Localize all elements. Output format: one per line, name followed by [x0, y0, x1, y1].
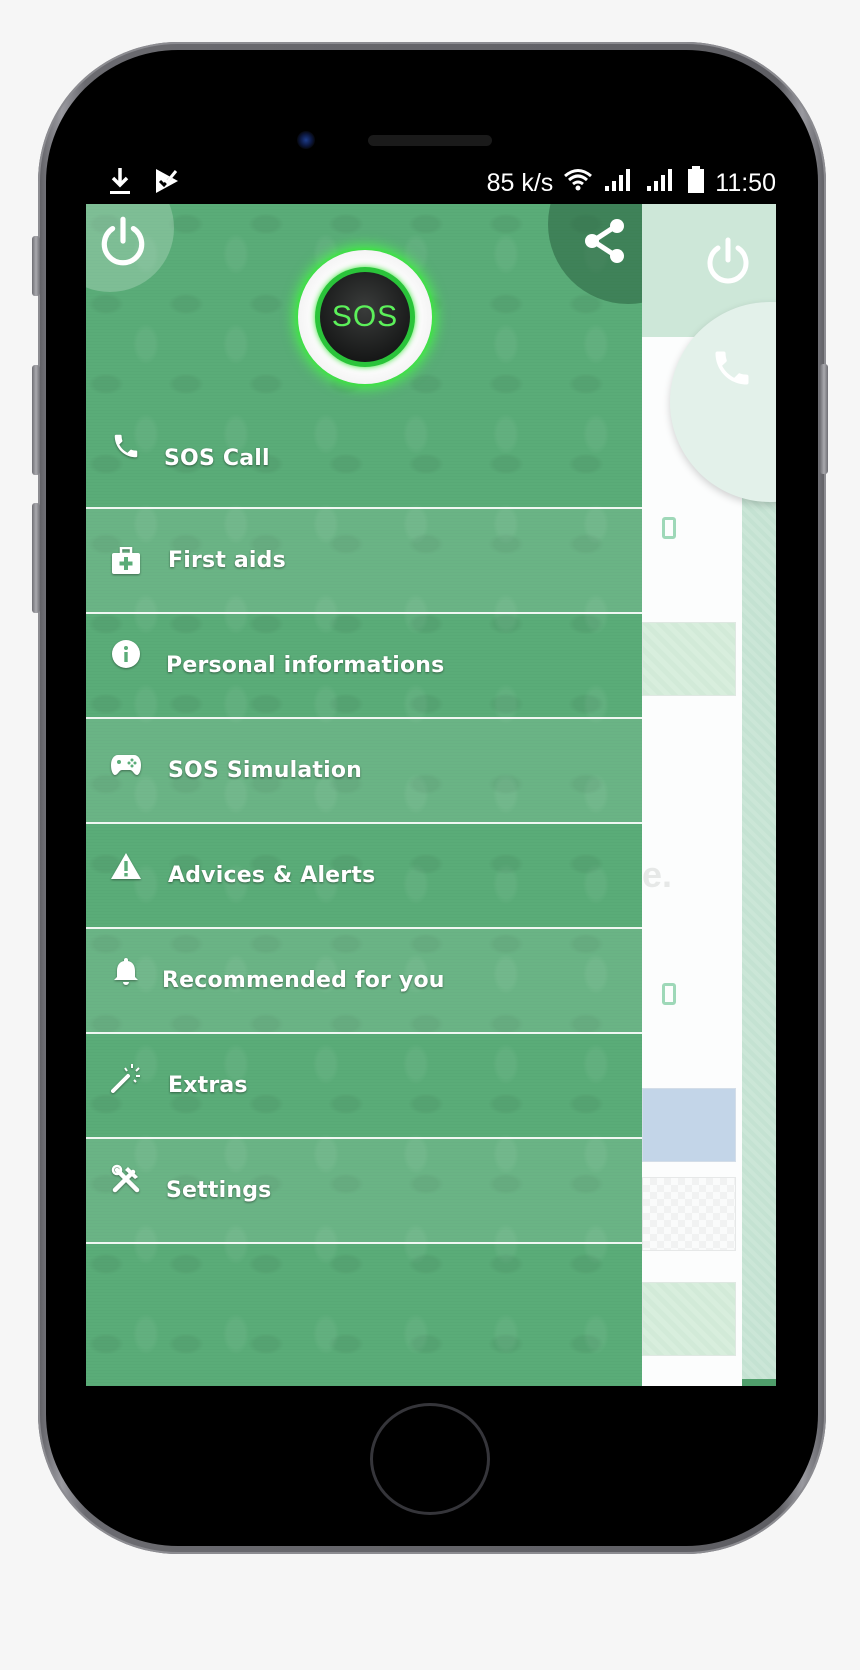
menu-item-extras[interactable]: Extras	[86, 1034, 642, 1139]
background-bottom-strip	[742, 1379, 776, 1386]
app-screen: e. SOS SOS Call First aids Personal info…	[86, 204, 776, 1386]
menu-item-label: SOS Simulation	[168, 758, 363, 783]
menu-item-label: Advices & Alerts	[168, 863, 376, 888]
menu-item-sos-call[interactable]: SOS Call	[86, 404, 642, 509]
menu-item-sos-simulation[interactable]: SOS Simulation	[86, 719, 642, 824]
menu-item-settings[interactable]: Settings	[86, 1139, 642, 1244]
sos-button[interactable]: SOS	[298, 250, 432, 384]
menu-item-label: Settings	[166, 1178, 272, 1203]
power-button[interactable]	[96, 214, 150, 268]
phone-icon	[110, 430, 142, 462]
volume-up-button	[32, 365, 40, 475]
home-button[interactable]	[370, 1403, 490, 1515]
clock: 11:50	[715, 169, 776, 197]
background-block-checker	[642, 1177, 736, 1251]
menu-item-label: Recommended for you	[162, 968, 445, 993]
gamepad-icon	[110, 749, 142, 781]
bell-icon	[110, 955, 142, 987]
background-block-blue	[642, 1088, 736, 1162]
earpiece-speaker	[368, 135, 492, 146]
network-speed: 85 k/s	[486, 169, 554, 197]
signal-icon	[603, 168, 635, 199]
front-camera	[297, 131, 315, 149]
magic-wand-icon	[110, 1062, 142, 1094]
background-power-button[interactable]	[702, 234, 754, 286]
menu-item-recommended-for-you[interactable]: Recommended for you	[86, 929, 642, 1034]
download-icon	[108, 166, 132, 200]
info-icon	[110, 638, 142, 670]
volume-down-button	[32, 503, 40, 613]
menu-item-label: First aids	[168, 548, 286, 573]
mobile-icon	[662, 983, 676, 1005]
battery-icon	[687, 166, 705, 201]
navigation-drawer: SOS SOS Call First aids Personal informa…	[86, 204, 642, 1386]
sos-button-ring: SOS	[315, 267, 415, 367]
share-button[interactable]	[580, 216, 634, 270]
menu-item-label: Personal informations	[166, 653, 445, 678]
warning-icon	[110, 850, 142, 882]
signal-icon-2	[645, 168, 677, 199]
status-bar: 85 k/s 11:50	[86, 160, 776, 204]
menu-item-label: SOS Call	[164, 446, 270, 471]
sos-button-label: SOS	[320, 272, 410, 362]
menu-item-label: Extras	[168, 1073, 248, 1098]
share-icon	[580, 219, 630, 270]
mobile-icon	[662, 517, 676, 539]
tools-icon	[110, 1163, 142, 1195]
power-side-button	[820, 364, 828, 474]
background-block-green-2	[642, 1282, 736, 1356]
phone-icon	[710, 346, 754, 394]
background-faint-text: e.	[642, 854, 673, 895]
power-icon	[96, 216, 150, 272]
menu-item-personal-informations[interactable]: Personal informations	[86, 614, 642, 719]
menu-item-first-aids[interactable]: First aids	[86, 509, 642, 614]
background-block-green	[642, 622, 736, 696]
mute-switch	[32, 236, 40, 296]
menu-item-advices-alerts[interactable]: Advices & Alerts	[86, 824, 642, 929]
play-store-check-icon	[154, 167, 180, 199]
first-aid-kit-icon	[110, 545, 142, 577]
wifi-icon	[563, 168, 593, 199]
drawer-menu: SOS Call First aids Personal information…	[86, 404, 642, 1244]
